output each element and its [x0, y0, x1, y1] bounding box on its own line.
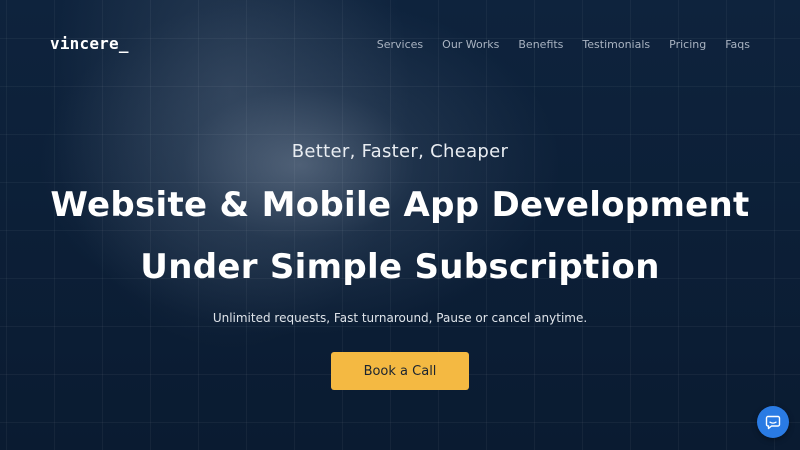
hero-tagline: Better, Faster, Cheaper	[291, 141, 509, 162]
hero-subtext: Unlimited requests, Fast turnaround, Pau…	[212, 311, 588, 325]
nav-link-testimonials[interactable]: Testimonials	[582, 38, 650, 51]
nav-link-services[interactable]: Services	[377, 38, 423, 51]
nav-link-pricing[interactable]: Pricing	[669, 38, 706, 51]
nav-link-benefits[interactable]: Benefits	[518, 38, 563, 51]
brand-logo[interactable]: vincere_	[50, 34, 129, 53]
chat-bubble-icon	[765, 415, 781, 430]
hero-headline-line-1: Website & Mobile App Development	[50, 185, 750, 225]
main-nav: Services Our Works Benefits Testimonials…	[377, 38, 750, 51]
hero-headline-line-2: Under Simple Subscription	[140, 247, 660, 287]
nav-link-our-works[interactable]: Our Works	[442, 38, 499, 51]
book-a-call-button[interactable]: Book a Call	[331, 352, 469, 390]
chat-widget-button[interactable]	[757, 406, 789, 438]
hero-section: vincere_ Services Our Works Benefits Tes…	[0, 0, 800, 450]
nav-link-faqs[interactable]: Faqs	[725, 38, 750, 51]
